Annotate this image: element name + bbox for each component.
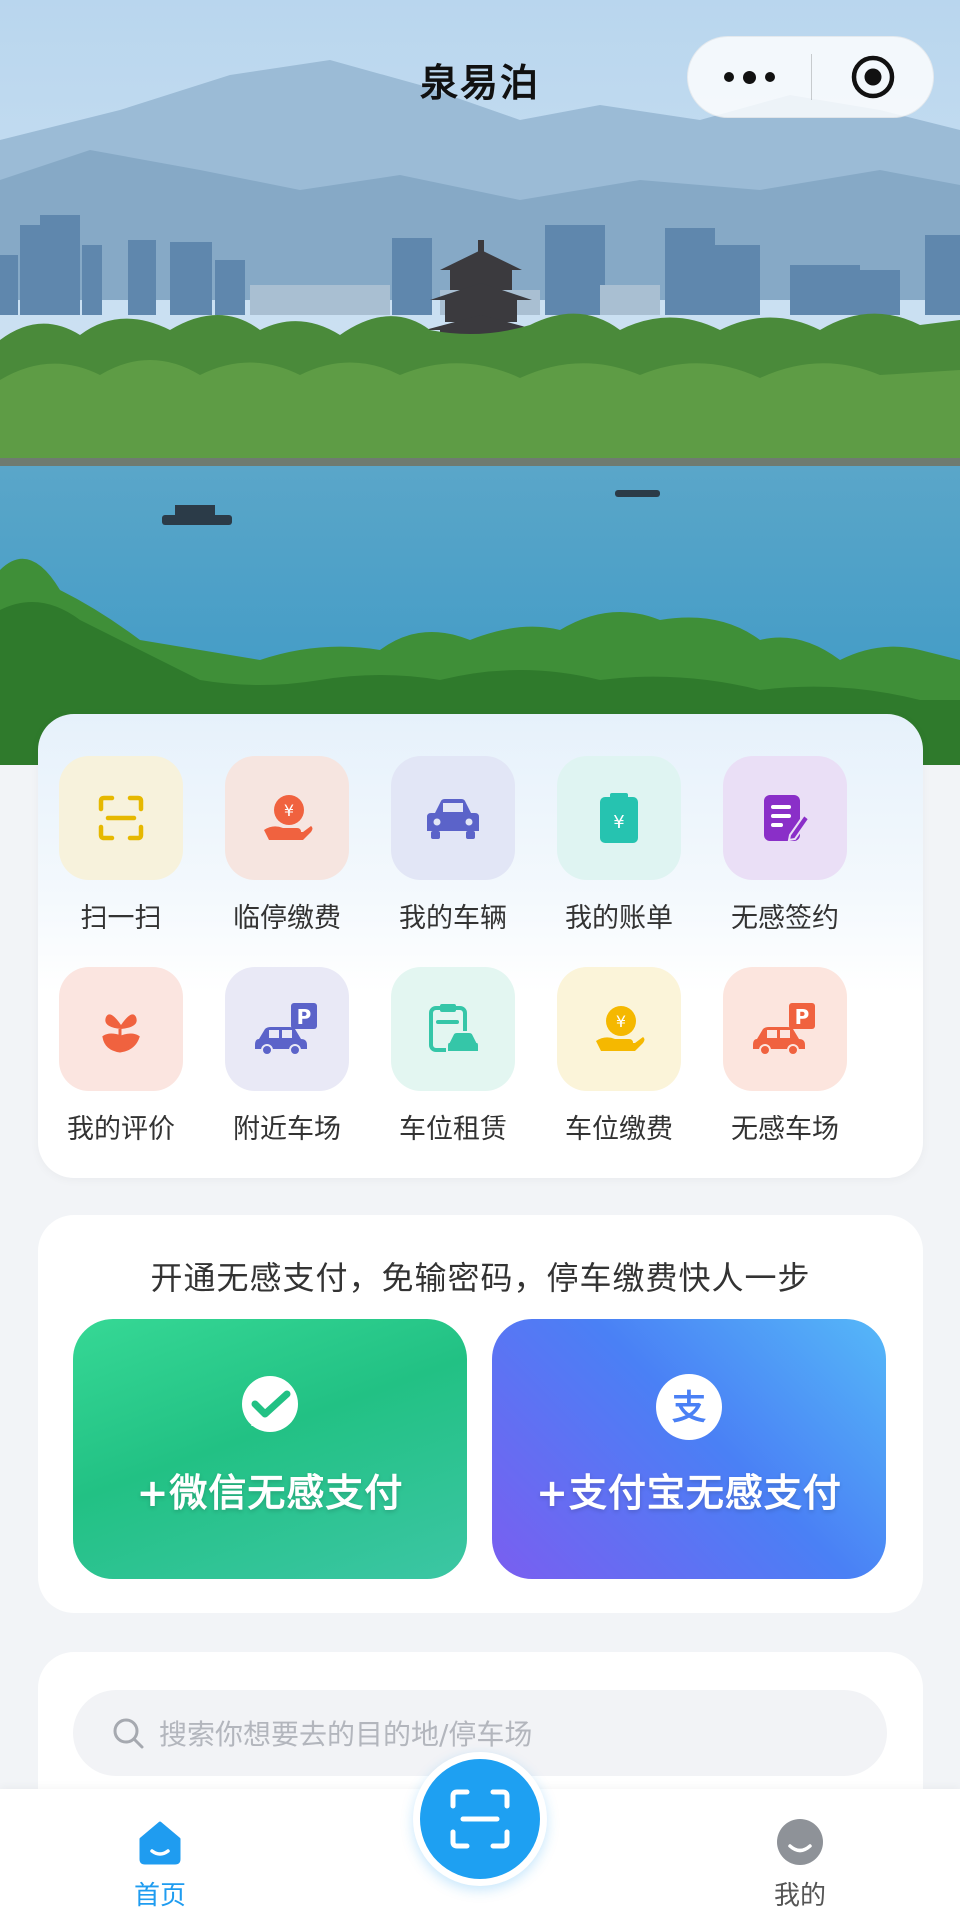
more-dots-icon — [743, 70, 756, 84]
menu-item-temp-parking-pay[interactable]: ¥ 临停缴费 — [204, 756, 370, 946]
parking-car-icon: P — [255, 1003, 317, 1056]
sign-doc-icon-tile — [723, 756, 847, 880]
coin-hand-icon: ¥ — [596, 1006, 645, 1051]
more-menu-button[interactable] — [688, 37, 811, 117]
menu-item-label: 我的车辆 — [399, 903, 507, 934]
menu-item-label: 无感车场 — [731, 1114, 839, 1145]
svg-text:P: P — [795, 1005, 810, 1029]
user-face-icon — [777, 1819, 823, 1865]
menu-item-contactless-sign[interactable]: 无感签约 — [702, 756, 868, 946]
svg-text:¥: ¥ — [284, 801, 294, 820]
tab-home[interactable]: 首页 — [90, 1789, 230, 1919]
menu-item-my-bills[interactable]: ¥ 我的账单 — [536, 756, 702, 946]
car-icon — [427, 799, 479, 839]
alipay-icon: 支 — [656, 1373, 722, 1440]
parking-car-icon-tile: P — [225, 967, 349, 1091]
alipay-pay-label: +支付宝无感支付 — [536, 1470, 842, 1515]
scan-icon-tile — [59, 756, 183, 880]
target-close-icon — [851, 55, 894, 99]
search-icon — [113, 1718, 144, 1749]
tulip-icon — [102, 1014, 140, 1053]
search-placeholder: 搜索你想要去的目的地/停车场 — [159, 1718, 533, 1751]
function-menu-card: 扫一扫 ¥ 临停缴费 我的车辆 ¥ 我的账单 无感签约 我的评价 P 附近车场 … — [38, 714, 923, 1178]
menu-item-my-reviews[interactable]: 我的评价 — [38, 967, 204, 1157]
menu-item-my-vehicles[interactable]: 我的车辆 — [370, 756, 536, 946]
menu-item-label: 附近车场 — [233, 1114, 341, 1145]
svg-text:支: 支 — [672, 1388, 706, 1428]
svg-text:P: P — [297, 1005, 312, 1029]
contactless-pay-card: 开通无感支付，免输密码，停车缴费快人一步 +微信无感支付 支 +支付宝无感支付 — [38, 1215, 923, 1613]
alipay-contactless-pay-button[interactable]: 支 +支付宝无感支付 — [492, 1319, 886, 1579]
parking-car-icon-tile: P — [723, 967, 847, 1091]
svg-text:¥: ¥ — [613, 812, 624, 833]
tab-mine[interactable]: 我的 — [730, 1789, 870, 1919]
menu-item-label: 我的账单 — [565, 903, 673, 934]
menu-item-label: 临停缴费 — [233, 903, 341, 934]
coin-hand-icon-tile: ¥ — [557, 967, 681, 1091]
wechat-pay-icon — [237, 1374, 303, 1440]
svg-text:¥: ¥ — [616, 1012, 626, 1031]
menu-item-label: 无感签约 — [731, 903, 839, 934]
clipboard-car-icon-tile — [391, 967, 515, 1091]
tulip-icon-tile — [59, 967, 183, 1091]
menu-item-space-payment[interactable]: ¥ 车位缴费 — [536, 967, 702, 1157]
pay-promo-text: 开通无感支付，免输密码，停车缴费快人一步 — [150, 1259, 811, 1297]
menu-item-label: 扫一扫 — [80, 903, 162, 934]
tab-home-label: 首页 — [133, 1881, 186, 1911]
close-miniprogram-button[interactable] — [812, 37, 933, 117]
clipboard-car-icon — [429, 1004, 480, 1053]
bill-icon-tile: ¥ — [557, 756, 681, 880]
wechat-pay-label: +微信无感支付 — [136, 1470, 404, 1515]
menu-item-contactless-parking[interactable]: P 无感车场 — [702, 967, 868, 1157]
parking-car-icon: P — [753, 1003, 815, 1056]
menu-item-label: 车位租赁 — [399, 1114, 507, 1145]
menu-item-nearby-parking[interactable]: P 附近车场 — [204, 967, 370, 1157]
coin-hand-icon-tile: ¥ — [225, 756, 349, 880]
miniprogram-capsule — [687, 36, 934, 118]
wechat-contactless-pay-button[interactable]: +微信无感支付 — [73, 1319, 467, 1579]
scan-icon — [98, 795, 144, 841]
more-dots-icon — [724, 72, 734, 82]
car-icon-tile — [391, 756, 515, 880]
scan-icon — [450, 1789, 510, 1849]
scan-fab-button[interactable] — [413, 1752, 547, 1886]
menu-item-space-rental[interactable]: 车位租赁 — [370, 967, 536, 1157]
menu-item-label: 车位缴费 — [565, 1114, 673, 1145]
more-dots-icon — [765, 72, 775, 82]
tab-mine-label: 我的 — [773, 1881, 826, 1911]
sign-doc-icon — [764, 795, 810, 842]
coin-hand-icon: ¥ — [264, 795, 313, 840]
menu-item-label: 我的评价 — [67, 1114, 175, 1145]
bill-icon: ¥ — [600, 793, 638, 843]
menu-item-scan[interactable]: 扫一扫 — [38, 756, 204, 946]
home-icon — [139, 1821, 181, 1865]
